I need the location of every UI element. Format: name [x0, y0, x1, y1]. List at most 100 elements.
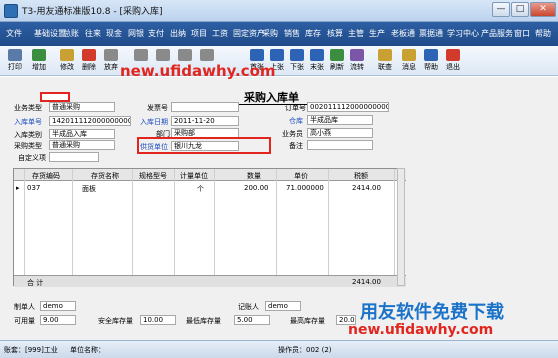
tool-icon	[178, 49, 192, 61]
receipt-date-field[interactable]: 2011-11-20	[171, 116, 239, 126]
cell-name[interactable]: 面板	[82, 184, 96, 194]
menu-item[interactable]: 生产	[369, 28, 385, 39]
menu-item[interactable]: 票据通	[419, 28, 443, 39]
order-no-field[interactable]: 00201111200000000004	[307, 102, 389, 112]
menu-item[interactable]: 采购	[262, 28, 278, 39]
toolbar-button[interactable]: 删除	[78, 49, 100, 72]
menu-item[interactable]: 出纳	[170, 28, 186, 39]
toolbar-label: 下张	[290, 63, 304, 71]
purchase-type-field[interactable]: 普通采购	[49, 140, 115, 150]
menu-item[interactable]: 产品服务	[481, 28, 513, 39]
toolbar-button[interactable]: 流转	[346, 49, 368, 72]
receipt-no-label: 入库单号	[14, 118, 42, 126]
grid-total-row: 合 计 2414.00	[14, 275, 406, 287]
toolbar-button[interactable]: 消息	[398, 49, 420, 72]
staff-field[interactable]: 高小燕	[307, 128, 373, 138]
max-stock-label: 最高库存量	[290, 317, 325, 325]
supplier-field[interactable]: 银川九龙	[171, 141, 239, 151]
min-stock-field: 5.00	[234, 315, 270, 325]
col-header-unit[interactable]: 计量单位	[174, 171, 214, 181]
close-button[interactable]: ✕	[530, 2, 556, 17]
toolbar-label: 退出	[446, 63, 460, 71]
menu-item[interactable]: 核算	[327, 28, 343, 39]
col-header-price[interactable]: 单价	[278, 171, 324, 181]
toolbar-button[interactable]: 增加	[28, 49, 50, 72]
toolbar-button[interactable]: 帮助	[420, 49, 442, 72]
menu-bar: 文件 基础设置 总账 往来 现金 网银 支付 出纳 项目 工资 固定资产 采购 销售 库存 核算 主管 生产 老板…	[0, 22, 558, 46]
minimize-button[interactable]: —	[492, 2, 510, 17]
menu-item[interactable]: 支付	[148, 28, 164, 39]
toolbar-button[interactable]: 打印	[4, 49, 26, 72]
grid-scrollbar[interactable]	[397, 168, 405, 286]
maker-field: demo	[40, 301, 76, 311]
col-header-tax[interactable]: 税额	[334, 171, 388, 181]
cell-price[interactable]: 71.000000	[286, 184, 324, 192]
add-doc-icon	[32, 49, 46, 61]
receipt-type-field[interactable]: 半成品入库	[49, 129, 115, 139]
app-icon	[4, 4, 18, 18]
message-icon	[402, 49, 416, 61]
grid-divider	[276, 169, 277, 287]
safety-label: 安全库存量	[98, 317, 133, 325]
staff-label: 业务员	[282, 130, 303, 138]
menu-item[interactable]: 基础设置	[34, 28, 66, 39]
cell-tax[interactable]: 2414.00	[352, 184, 381, 192]
toolbar-label: 帮助	[424, 63, 438, 71]
toolbar-label: 刷新	[330, 63, 344, 71]
cell-unit[interactable]: 个	[197, 184, 204, 194]
menu-item[interactable]: 文件	[6, 28, 22, 39]
col-header-qty[interactable]: 数量	[234, 171, 274, 181]
toolbar-button[interactable]	[174, 49, 196, 62]
cell-qty[interactable]: 200.00	[244, 184, 269, 192]
toolbar-label: 放弃	[104, 63, 118, 71]
toolbar-button[interactable]: 末张	[306, 49, 328, 72]
menu-item[interactable]: 库存	[305, 28, 321, 39]
undo-icon	[104, 49, 118, 61]
menu-item[interactable]: 总账	[63, 28, 79, 39]
cell-code[interactable]: 037	[27, 184, 40, 192]
col-header-name[interactable]: 存货名称	[76, 171, 134, 181]
custom-field[interactable]	[49, 152, 99, 162]
menu-item[interactable]: 往来	[85, 28, 101, 39]
toolbar-button[interactable]: 修改	[56, 49, 78, 72]
menu-item[interactable]: 项目	[191, 28, 207, 39]
note-field[interactable]	[307, 140, 373, 150]
toolbar-button[interactable]	[196, 49, 218, 62]
receipt-no-field[interactable]: 14201111200000000022	[49, 116, 131, 126]
tool-icon	[134, 49, 148, 61]
menu-item[interactable]: 学习中心	[447, 28, 479, 39]
menu-item[interactable]: 工资	[212, 28, 228, 39]
bookkeeper-field: demo	[265, 301, 301, 311]
toolbar-button[interactable]: 下张	[286, 49, 308, 72]
menu-item[interactable]: 帮助	[535, 28, 551, 39]
menu-item[interactable]: 老板通	[391, 28, 415, 39]
biz-type-field[interactable]: 普通采购	[49, 102, 115, 112]
printer-icon	[8, 49, 22, 61]
toolbar-button[interactable]: 联查	[374, 49, 396, 72]
detail-grid[interactable]: 存货编码 存货名称 规格型号 计量单位 数量 单价 税额 ▸ 037 面板 个 …	[13, 168, 406, 287]
avail-field: 9.00	[40, 315, 76, 325]
toolbar-label: 流转	[350, 63, 364, 71]
menu-item[interactable]: 销售	[284, 28, 300, 39]
menu-item[interactable]: 网银	[128, 28, 144, 39]
col-header-code[interactable]: 存货编码	[22, 171, 70, 181]
warehouse-field[interactable]: 半成品库	[307, 115, 373, 125]
status-account: 账套：[999]工业	[4, 346, 58, 354]
toolbar-label: 删除	[82, 63, 96, 71]
menu-item[interactable]: 主管	[348, 28, 364, 39]
col-header-spec[interactable]: 规格型号	[132, 171, 174, 181]
order-no-label: 订单号	[285, 104, 306, 112]
toolbar-button[interactable]: 刷新	[326, 49, 348, 72]
menu-item[interactable]: 窗口	[514, 28, 530, 39]
toolbar-button[interactable]	[130, 49, 152, 62]
toolbar-button[interactable]	[152, 49, 174, 62]
total-label: 合 计	[27, 279, 44, 287]
maximize-button[interactable]: □	[511, 2, 529, 17]
toolbar-button[interactable]: 放弃	[100, 49, 122, 72]
menu-item[interactable]: 固定资产	[233, 28, 265, 39]
flow-icon	[350, 49, 364, 61]
menu-item[interactable]: 现金	[106, 28, 122, 39]
toolbar-button[interactable]: 退出	[442, 49, 464, 72]
invoice-no-field[interactable]	[171, 102, 239, 112]
grid-divider	[328, 169, 329, 287]
